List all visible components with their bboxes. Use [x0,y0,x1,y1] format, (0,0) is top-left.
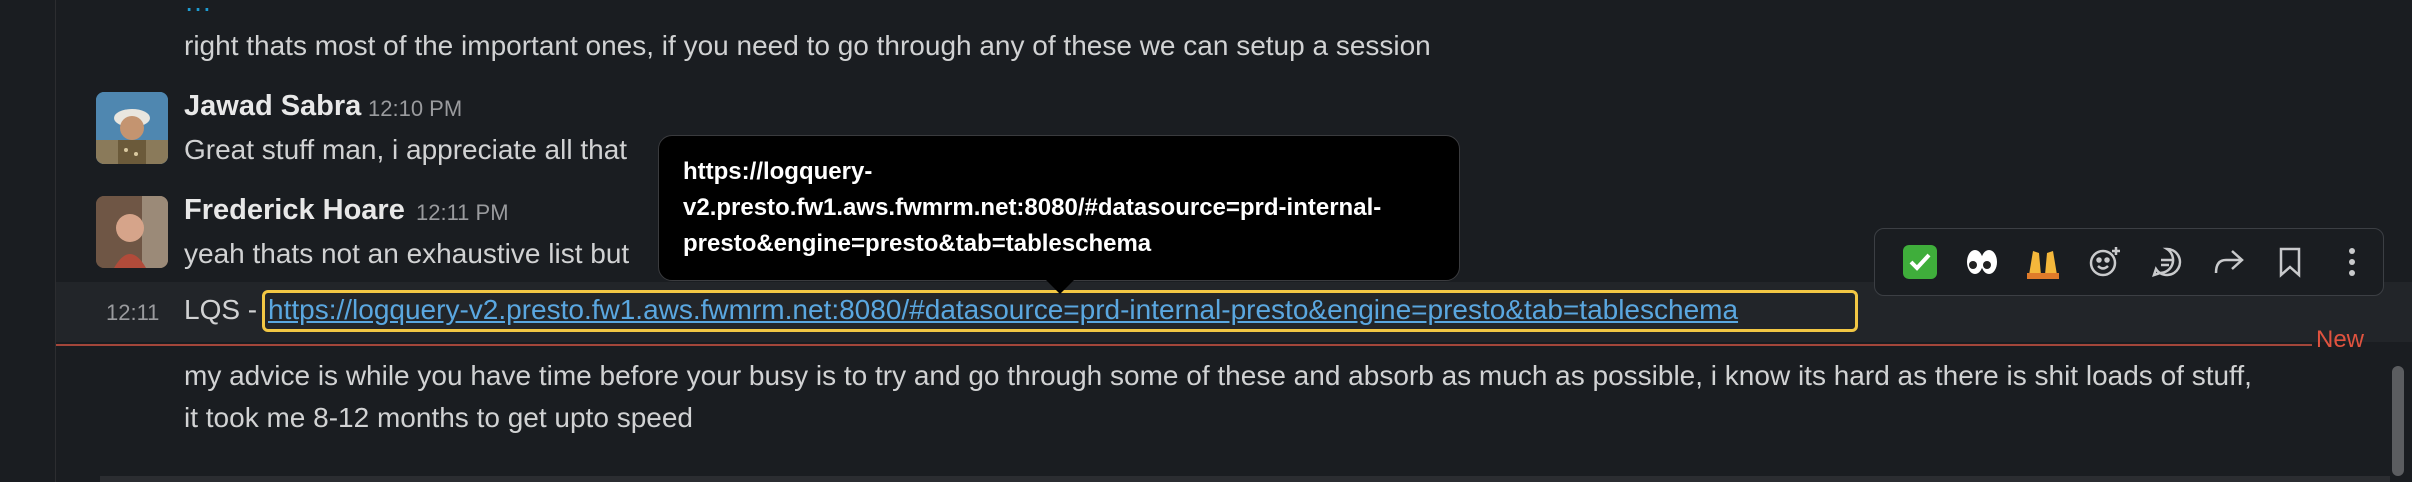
previous-message-fragment: … [184,0,212,17]
tooltip-line-3: presto&engine=presto&tab=tableschema [683,230,1152,257]
tooltip-arrow [1046,280,1074,294]
more-actions-icon[interactable] [2321,234,2383,290]
message-timestamp[interactable]: 12:11 PM [416,200,509,226]
avatar-jawad-sabra[interactable] [96,92,168,164]
new-messages-divider [56,344,2312,346]
save-for-later-icon[interactable] [2260,234,2322,290]
avatar-frederick-hoare[interactable] [96,196,168,268]
message-text-1: right thats most of the important ones, … [184,30,1431,61]
raised-hands-reaction-icon[interactable] [2013,234,2075,290]
scrollbar-thumb[interactable] [2392,366,2404,476]
forward-message-icon[interactable] [2198,234,2260,290]
white-check-mark-reaction-icon[interactable] [1889,234,1951,290]
author-name[interactable]: Frederick Hoare [184,194,405,227]
eyes-reaction-icon[interactable] [1951,234,2013,290]
tooltip-line-2: v2.presto.fw1.aws.fwmrm.net:8080/#dataso… [683,194,1382,221]
message-text-5-line2: it took me 8-12 months to get upto speed [184,402,693,433]
composer-edge [100,476,2390,482]
new-messages-label: New [2316,326,2365,353]
message-text-5-line1: my advice is while you have time before … [184,360,2252,391]
message-prefix: LQS - [184,294,258,325]
left-rail [0,0,56,482]
message-timestamp[interactable]: 12:10 PM [368,96,462,122]
message-link[interactable]: https://logquery-v2.presto.fw1.aws.fwmrm… [268,294,1738,326]
reply-in-thread-icon[interactable] [2136,234,2198,290]
message-actions-toolbar [1874,228,2384,296]
add-reaction-icon[interactable] [2074,234,2136,290]
message-text-3: yeah thats not an exhaustive list but [184,238,630,269]
link-tooltip: https://logquery- v2.presto.fw1.aws.fwmr… [658,135,1460,281]
author-name[interactable]: Jawad Sabra [184,90,361,123]
message-text-2: Great stuff man, i appreciate all that [184,134,628,165]
message-timestamp[interactable]: 12:11 [106,300,159,326]
tooltip-line-1: https://logquery- [683,158,873,185]
